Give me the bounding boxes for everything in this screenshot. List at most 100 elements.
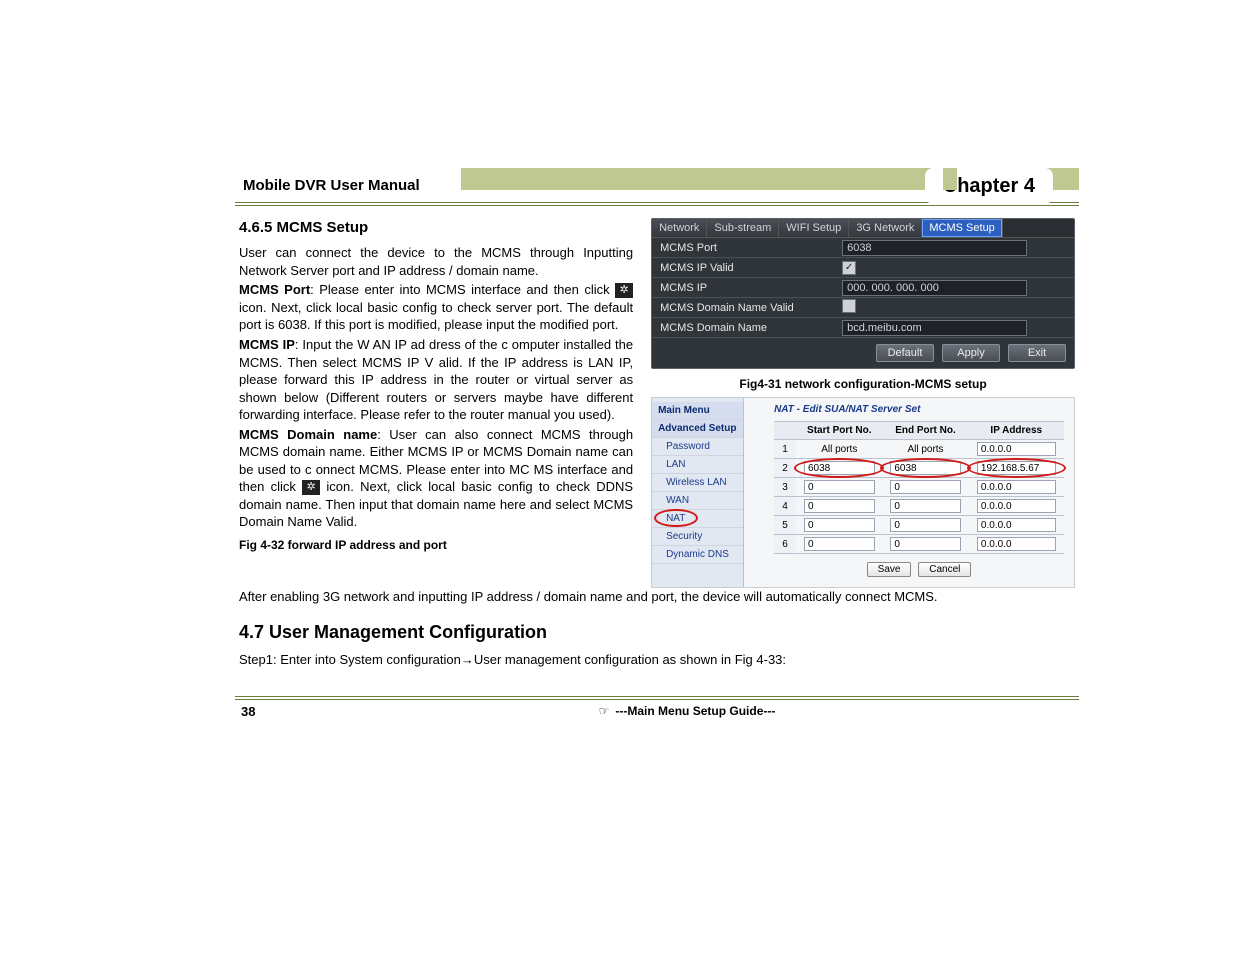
sidebar-main-menu[interactable]: Main Menu [652,402,743,420]
sidebar-item-lan[interactable]: LAN [652,456,743,474]
sidebar-item-wireless-lan[interactable]: Wireless LAN [652,474,743,492]
tab-3g-network[interactable]: 3G Network [849,219,922,237]
row-mcms-port: MCMS Port [652,238,1074,258]
nat-start-input[interactable] [804,499,875,513]
cell-start [796,535,882,554]
gear-icon: ✲ [302,480,320,495]
nat-ip-input[interactable] [977,480,1056,494]
nat-ip-input[interactable] [977,442,1056,456]
cell-end [882,497,968,516]
cell-idx: 4 [774,497,796,516]
tab-network[interactable]: Network [652,219,707,237]
cell-idx: 1 [774,440,796,459]
col-idx [774,422,796,440]
dvr-tabs: Network Sub-stream WIFI Setup 3G Network… [652,219,1074,238]
nat-start-input[interactable] [804,537,875,551]
manual-page: Chapter 4 Mobile DVR User Manual 4.6.5 M… [235,168,1079,719]
nat-end-input[interactable] [890,537,960,551]
cell-idx: 6 [774,535,796,554]
page-number: 38 [235,704,295,719]
nat-table: Start Port No. End Port No. IP Address 1… [774,421,1064,554]
label-mcms-ip: MCMS IP [239,337,295,352]
router-nat-panel: Main Menu Advanced Setup Password LAN Wi… [651,397,1075,588]
exit-button[interactable]: Exit [1008,344,1066,362]
router-buttons: Save Cancel [774,562,1064,577]
nat-start-input[interactable] [804,518,875,532]
full-width-text: After enabling 3G network and inputting … [235,588,1079,670]
apply-button[interactable]: Apply [942,344,1000,362]
nat-ip-input[interactable] [977,499,1056,513]
dvr-footer: Default Apply Exit [652,338,1074,368]
text: : Please enter into MCMS interface and t… [310,282,615,297]
cell-end [882,516,968,535]
circled-highlight [886,461,964,475]
para-after-enable: After enabling 3G network and inputting … [239,588,1075,606]
fig-4-32-caption: Fig 4-32 forward IP address and port [239,537,633,553]
tab-mcms-setup[interactable]: MCMS Setup [922,219,1002,237]
sidebar-item-security[interactable]: Security [652,528,743,546]
mcms-ip-input[interactable] [842,280,1027,296]
nat-end-input[interactable] [890,499,960,513]
para-intro: User can connect the device to the MCMS … [239,244,633,279]
save-button[interactable]: Save [867,562,912,577]
cell-ip [969,516,1064,535]
sidebar-advanced-setup[interactable]: Advanced Setup [652,420,743,438]
cell-start: All ports [796,440,882,459]
nat-ip-input[interactable] [977,518,1056,532]
mcms-domain-valid-checkbox[interactable] [842,299,856,313]
table-row: 6 [774,535,1064,554]
default-button[interactable]: Default [876,344,934,362]
cell-idx: 5 [774,516,796,535]
cancel-button[interactable]: Cancel [918,562,971,577]
mcms-ip-valid-checkbox[interactable]: ✓ [842,261,856,275]
cell-end [882,535,968,554]
nat-end-input[interactable] [890,518,960,532]
sidebar-item-wan[interactable]: WAN [652,492,743,510]
left-column: 4.6.5 MCMS Setup User can connect the de… [239,218,633,588]
nat-start-input[interactable] [804,480,875,494]
para-step1: Step1: Enter into System configuration→U… [239,651,1075,669]
router-main: NAT - Edit SUA/NAT Server Set Start Port… [744,398,1074,587]
text: icon. Next, click local basic config to … [239,300,633,333]
cell-start [796,516,882,535]
col-start-port: Start Port No. [796,422,882,440]
section-47-title: 4.7 User Management Configuration [239,620,1075,645]
table-row: 5 [774,516,1064,535]
right-column: Network Sub-stream WIFI Setup 3G Network… [651,218,1075,588]
sidebar-item-nat[interactable]: NAT [652,510,743,528]
label: MCMS IP Valid [652,262,842,274]
cell-start [796,497,882,516]
label: MCMS Domain Name Valid [652,302,842,314]
cell-ip [969,440,1064,459]
tab-substream[interactable]: Sub-stream [707,219,779,237]
nat-ip-input[interactable] [977,537,1056,551]
table-row: 3 [774,478,1064,497]
col-end-port: End Port No. [882,422,968,440]
mcms-domain-input[interactable] [842,320,1027,336]
label: MCMS IP [652,282,842,294]
nat-end-input[interactable] [890,480,960,494]
circled-highlight [973,461,1060,475]
cell-ip [969,459,1064,478]
row-mcms-domain: MCMS Domain Name [652,318,1074,338]
mcms-port-input[interactable] [842,240,1027,256]
nat-start-input[interactable] [804,461,875,475]
tab-wifi-setup[interactable]: WIFI Setup [779,219,849,237]
dvr-mcms-panel: Network Sub-stream WIFI Setup 3G Network… [651,218,1075,369]
nat-end-input[interactable] [890,461,960,475]
gear-icon: ✲ [615,283,633,298]
router-title: NAT - Edit SUA/NAT Server Set [774,404,1064,415]
nat-ip-input[interactable] [977,461,1056,475]
table-row: 2 [774,459,1064,478]
table-row: 1All portsAll ports [774,440,1064,459]
cell-start [796,478,882,497]
table-row: 4 [774,497,1064,516]
sidebar-item-dynamic-dns[interactable]: Dynamic DNS [652,546,743,564]
cell-ip [969,478,1064,497]
footer-label: ---Main Menu Setup Guide--- [615,704,775,718]
label: MCMS Port [652,242,842,254]
cell-start [796,459,882,478]
circled-highlight [800,461,878,475]
router-sidebar: Main Menu Advanced Setup Password LAN Wi… [652,398,744,587]
sidebar-item-password[interactable]: Password [652,438,743,456]
